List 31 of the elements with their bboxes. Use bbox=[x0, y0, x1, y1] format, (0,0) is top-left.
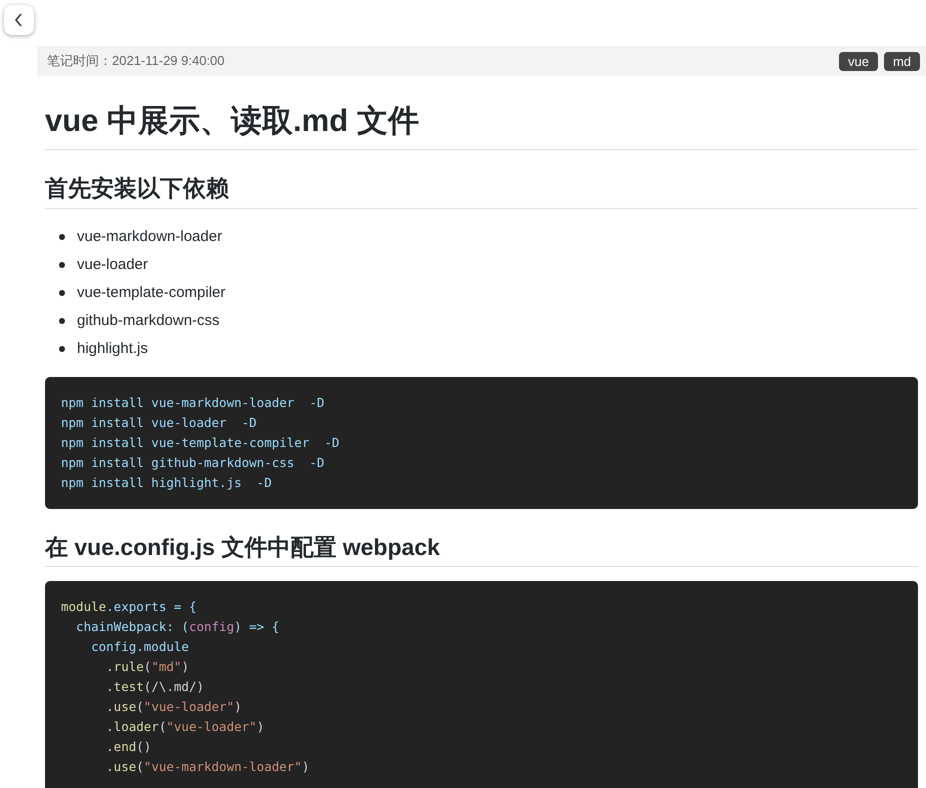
code-line: .test(/\.md/) bbox=[105, 678, 206, 696]
code-line: module.exports = { bbox=[61, 598, 198, 616]
code-line: config.module bbox=[90, 638, 190, 656]
bullet-icon bbox=[59, 234, 65, 240]
list-item: highlight.js bbox=[77, 340, 148, 357]
article-title: vue 中展示、读取.md 文件 bbox=[45, 102, 918, 150]
section-heading: 在 vue.config.js 文件中配置 webpack bbox=[45, 532, 918, 568]
code-line: npm install vue-template-compiler -D bbox=[61, 434, 340, 452]
list-item: vue-loader bbox=[77, 256, 148, 273]
code-line: .use("vue-markdown-loader") bbox=[105, 758, 310, 776]
code-line: chainWebpack: (config) => { bbox=[75, 618, 280, 636]
back-button[interactable] bbox=[4, 5, 34, 35]
code-line: npm install highlight.js -D bbox=[61, 474, 273, 492]
list-item: github-markdown-css bbox=[77, 312, 220, 329]
bullet-icon bbox=[59, 346, 65, 352]
bullet-icon bbox=[59, 318, 65, 324]
bullet-icon bbox=[59, 290, 65, 296]
bullet-icon bbox=[59, 262, 65, 268]
list-item: vue-template-compiler bbox=[77, 284, 226, 301]
code-line: .end() bbox=[105, 738, 152, 756]
note-time: 笔记时间：2021-11-29 9:40:00 bbox=[47, 52, 225, 70]
code-line: .loader("vue-loader") bbox=[105, 718, 266, 736]
code-line: npm install github-markdown-css -D bbox=[61, 454, 326, 472]
tag[interactable]: vue bbox=[838, 52, 878, 70]
code-line: .use("vue-loader") bbox=[105, 698, 243, 716]
tag[interactable]: md bbox=[884, 52, 920, 70]
list-item: vue-markdown-loader bbox=[77, 228, 222, 245]
code-line: npm install vue-markdown-loader -D bbox=[61, 394, 326, 412]
section-heading: 首先安装以下依赖 bbox=[45, 174, 918, 208]
code-line: npm install vue-loader -D bbox=[61, 414, 258, 432]
code-line: .rule("md") bbox=[105, 658, 190, 676]
